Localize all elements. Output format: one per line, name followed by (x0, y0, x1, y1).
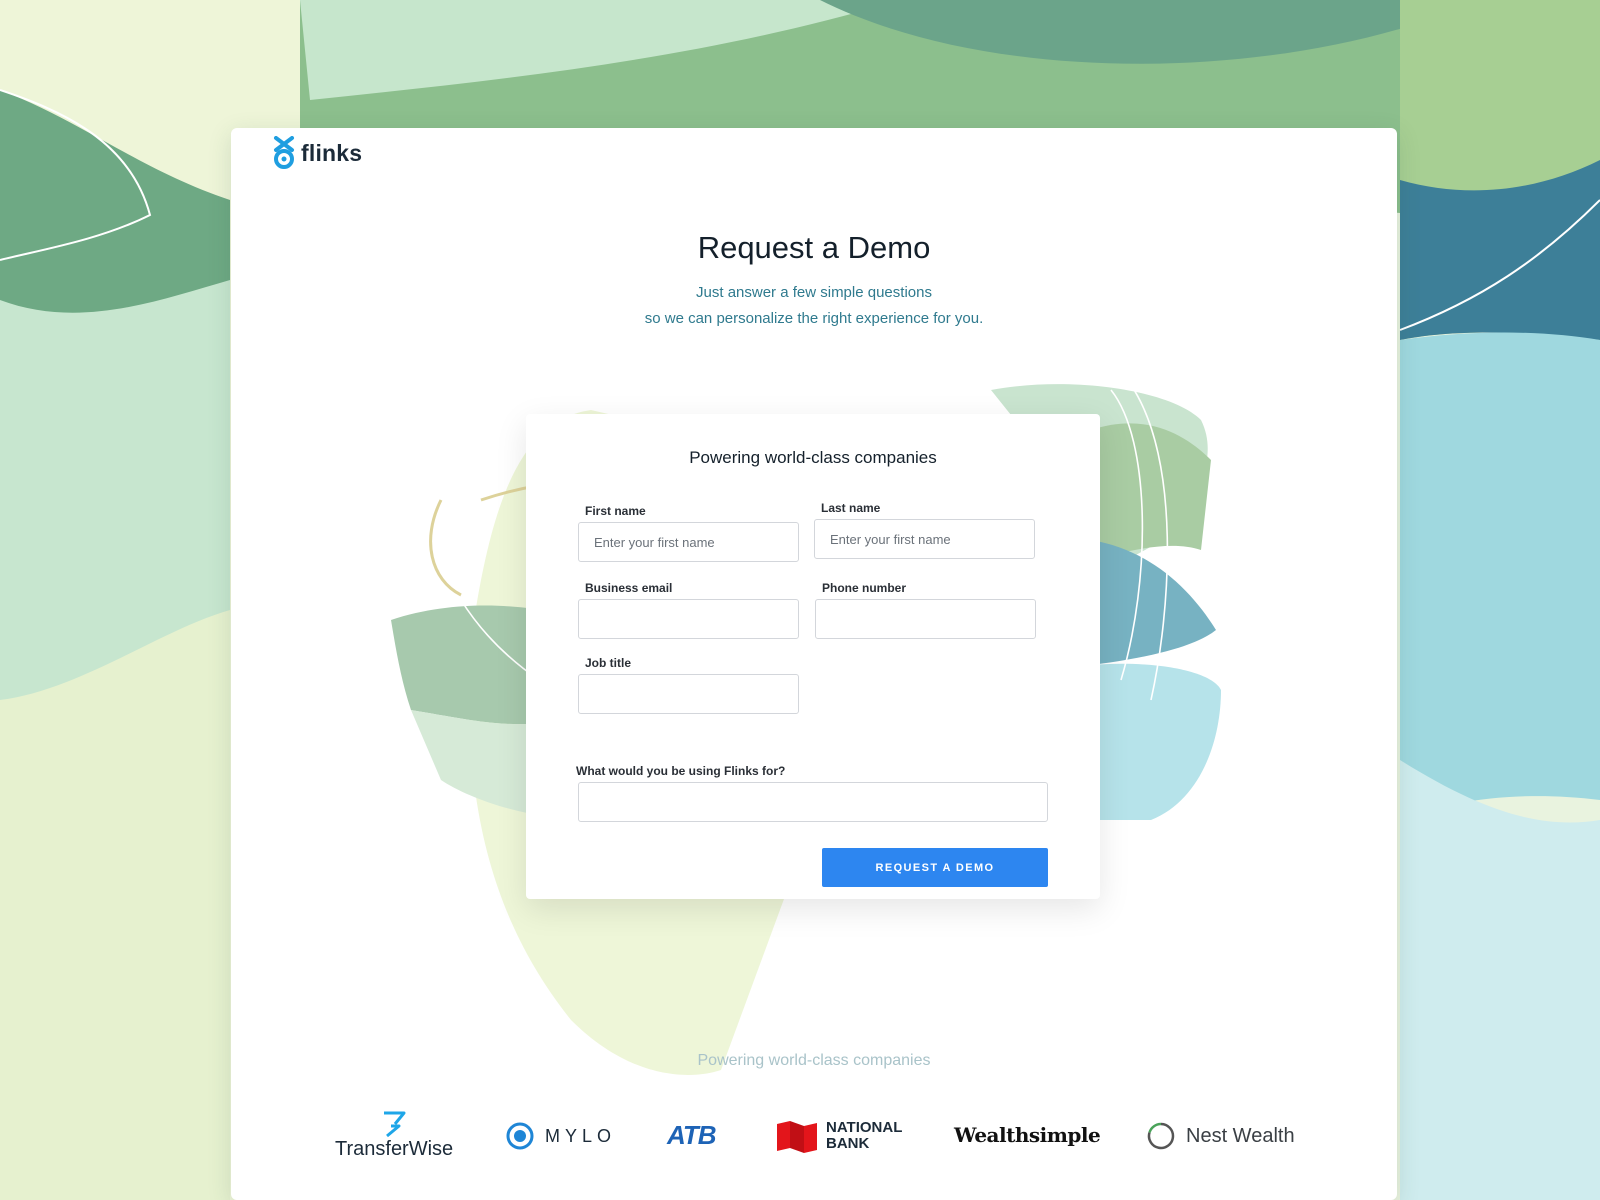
first-name-label: First name (585, 504, 646, 518)
phone-number-label: Phone number (822, 581, 907, 595)
page-subtitle-line2: so we can personalize the right experien… (644, 310, 984, 327)
partner-logo-transferwise[interactable]: TransferWise (335, 1110, 453, 1161)
transferwise-wordmark: TransferWise (335, 1138, 454, 1160)
wealthsimple-logo: Wealthsimple (954, 1123, 1101, 1147)
request-demo-button[interactable]: REQUEST A DEMO (822, 848, 1048, 887)
national-bank-wordmark-line1: NATIONAL (826, 1119, 903, 1136)
nest-wealth-wordmark: Nest Wealth (1186, 1124, 1295, 1147)
main-card: flinks Request a Demo Just answer a few … (231, 128, 1397, 1200)
transferwise-logo-icon (384, 1111, 406, 1138)
page-title: Request a Demo (697, 230, 931, 265)
brand-name: flinks (301, 139, 363, 166)
partner-logo-wealthsimple[interactable]: Wealthsimple (954, 1123, 1101, 1147)
page-subtitle-line1: Just answer a few simple questions (696, 284, 932, 301)
business-email-label: Business email (585, 581, 673, 595)
brand-logo[interactable]: flinks (271, 136, 362, 170)
partners-title: Powering world-class companies (697, 1052, 931, 1069)
flinks-logo-icon (274, 136, 294, 169)
usage-input[interactable] (578, 782, 1048, 822)
mylo-wordmark: MYLO (545, 1125, 617, 1146)
national-bank-logo-icon (777, 1121, 817, 1153)
partner-logo-nest-wealth[interactable]: Nest Wealth (1146, 1121, 1295, 1151)
business-email-input[interactable] (578, 599, 799, 639)
form-title: Powering world-class companies (689, 448, 937, 467)
last-name-label: Last name (821, 501, 881, 515)
partner-logo-atb[interactable]: ATB (667, 1120, 717, 1151)
first-name-input[interactable] (578, 522, 799, 562)
partner-logo-mylo[interactable]: MYLO (505, 1121, 616, 1151)
phone-number-input[interactable] (815, 599, 1036, 639)
demo-request-form: Powering world-class companies First nam… (526, 414, 1100, 899)
national-bank-wordmark-line2: BANK (826, 1135, 870, 1152)
atb-logo: ATB (667, 1120, 717, 1150)
last-name-input[interactable] (814, 519, 1035, 559)
nest-wealth-logo-icon (1147, 1122, 1175, 1150)
mylo-logo-icon (506, 1122, 534, 1150)
usage-label: What would you be using Flinks for? (576, 764, 786, 778)
partner-logo-national-bank[interactable]: NATIONAL BANK (776, 1118, 902, 1154)
job-title-input[interactable] (578, 674, 799, 714)
job-title-label: Job title (585, 656, 632, 670)
